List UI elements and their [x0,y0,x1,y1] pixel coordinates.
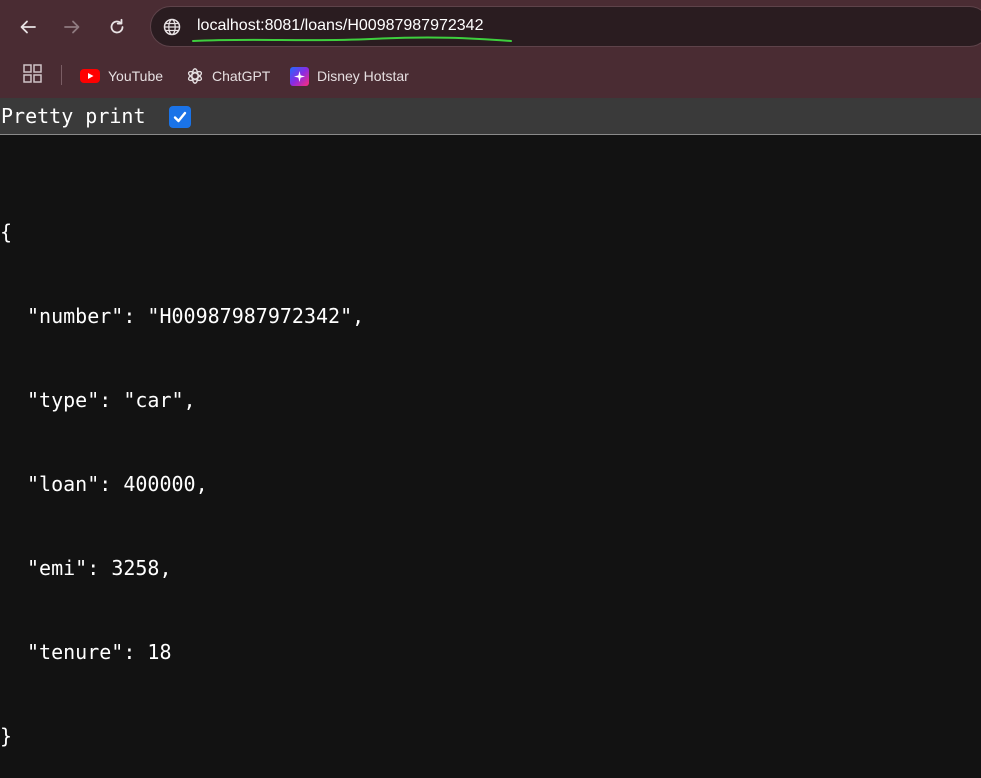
bookmark-label: ChatGPT [212,68,271,84]
url-underline-annotation [192,36,512,42]
json-value: "car", [123,388,196,412]
hotstar-icon [290,66,309,86]
json-line-tenure: "tenure": 18 [27,640,172,664]
json-value: 3258, [111,556,172,580]
url-path: :8081/loans/H00987987972342 [260,17,484,34]
json-value: 18 [147,640,172,664]
json-key: "number" [27,304,124,328]
json-line-emi: "emi": 3258, [27,556,172,580]
json-key: "loan" [27,472,100,496]
url-host: localhost [197,17,261,34]
json-line-type: "type": "car", [27,388,196,412]
json-output: { "number": "H00987987972342", "type": "… [0,162,364,778]
bookmarks-bar: YouTube ChatGPT Disney Hotstar [0,54,981,98]
bookmark-chatgpt[interactable]: ChatGPT [186,62,270,90]
json-open-brace: { [0,220,13,244]
globe-icon[interactable] [163,18,181,36]
json-line-loan: "loan": 400000, [27,472,208,496]
youtube-icon [80,69,100,83]
bookmark-youtube[interactable]: YouTube [80,62,163,90]
url-text[interactable]: localhost:8081/loans/H00987987972342 [197,17,483,35]
pretty-print-label: Pretty print [1,104,146,128]
back-button[interactable] [12,11,44,43]
forward-button[interactable] [56,11,88,43]
json-value: 400000, [123,472,208,496]
bookmarks-separator [61,65,62,85]
json-value: "H00987987972342", [147,304,365,328]
json-key: "type" [27,388,100,412]
bookmark-label: Disney Hotstar [317,68,409,84]
reload-icon [110,18,124,34]
json-close-brace: } [0,724,13,748]
reload-button[interactable] [101,11,133,43]
back-arrow-icon [20,20,36,34]
browser-toolbar: localhost:8081/loans/H00987987972342 [0,0,981,54]
bookmark-disney-hotstar[interactable]: Disney Hotstar [290,62,409,90]
chatgpt-icon [187,68,203,84]
json-key: "emi" [27,556,88,580]
json-key: "tenure" [27,640,124,664]
bookmark-label: YouTube [108,68,164,84]
json-line-number: "number": "H00987987972342", [27,304,365,328]
pretty-print-checkbox[interactable] [169,106,191,128]
pretty-print-bar: Pretty print [0,98,981,135]
checkmark-icon [173,111,187,123]
forward-arrow-icon [64,20,80,34]
address-bar[interactable]: localhost:8081/loans/H00987987972342 [150,6,981,47]
apps-grid-icon[interactable] [23,64,42,83]
